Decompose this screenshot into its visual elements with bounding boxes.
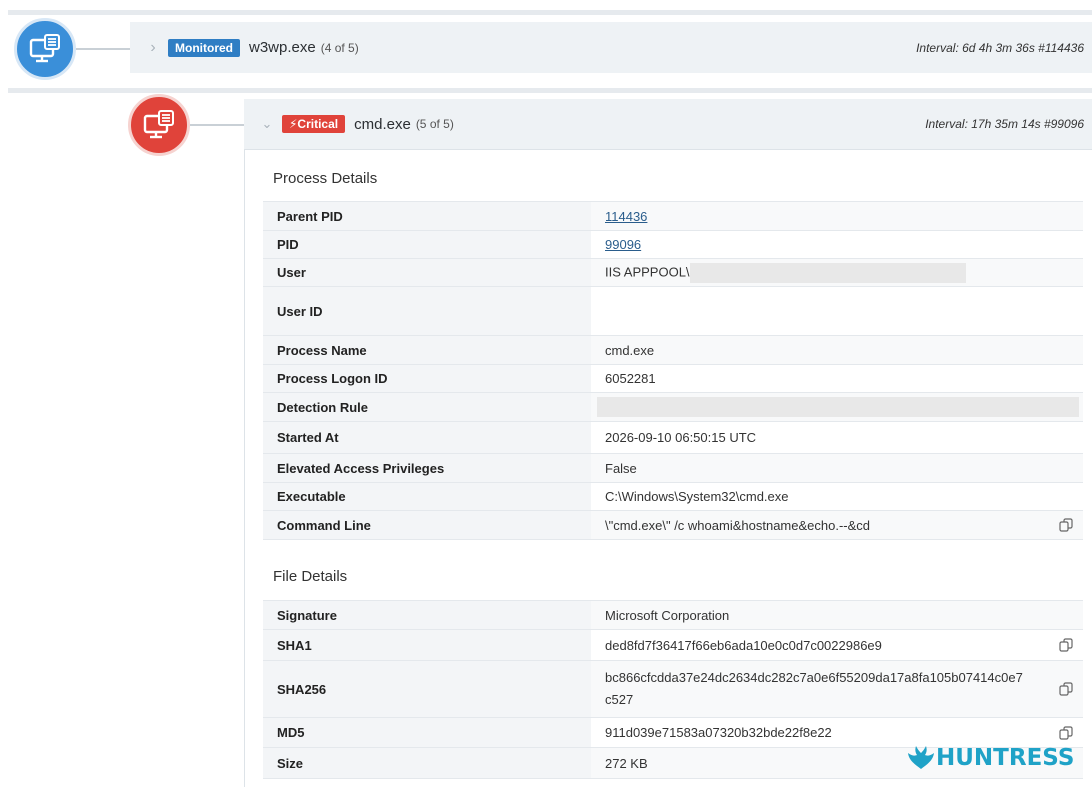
computer-process-icon [29, 34, 60, 63]
section-title-process-details: Process Details [273, 170, 378, 187]
copy-icon[interactable] [1059, 638, 1073, 652]
row-label: Detection Rule [263, 392, 591, 422]
row-label: Executable [263, 482, 591, 511]
timeline-connector [76, 48, 130, 50]
logo-text: HUNTRESS [936, 745, 1075, 771]
status-badge: Monitored [168, 38, 240, 57]
table-row: Command Line \"cmd.exe\" /c whoami&hostn… [263, 510, 1083, 540]
table-row: Started At 2026-09-10 06:50:15 UTC [263, 421, 1083, 454]
row-value [591, 286, 1083, 336]
row-label: Elevated Access Privileges [263, 453, 591, 483]
row-value: bc866cfcdda37e24dc2634dc282c7a0e6f55209d… [605, 670, 1023, 707]
table-row: SHA1 ded8fd7f36417f66eb6ada10e0c0d7c0022… [263, 629, 1083, 661]
process-interval: Interval: 6d 4h 3m 36s #114436 [916, 40, 1084, 55]
table-row: Parent PID 114436 [263, 201, 1083, 231]
row-label: Started At [263, 421, 591, 454]
copy-icon[interactable] [1059, 682, 1073, 696]
row-label: Parent PID [263, 201, 591, 231]
chevron-right-icon[interactable]: › [144, 39, 162, 57]
table-row: Process Name cmd.exe [263, 335, 1083, 365]
copy-icon[interactable] [1059, 725, 1073, 740]
table-row: Elevated Access Privileges False [263, 453, 1083, 483]
timeline-divider [8, 10, 1092, 15]
row-label: SHA1 [263, 629, 591, 661]
row-value: False [591, 453, 1083, 483]
process-count: (4 of 5) [320, 40, 359, 55]
table-row: User IIS APPPOOL\ [263, 258, 1083, 287]
timeline-connector [190, 124, 244, 126]
chevron-down-icon[interactable]: ⌄ [258, 116, 276, 132]
section-title-file-details: File Details [273, 568, 348, 585]
row-value: C:\Windows\System32\cmd.exe [591, 482, 1083, 511]
row-value: cmd.exe [591, 335, 1083, 365]
process-header-w3wp[interactable]: › Monitored w3wp.exe (4 of 5) Interval: … [130, 22, 1092, 73]
table-row: Detection Rule [263, 392, 1083, 422]
table-row: PID 99096 [263, 230, 1083, 259]
table-row: Signature Microsoft Corporation [263, 600, 1083, 630]
table-row: User ID [263, 286, 1083, 336]
row-value: \"cmd.exe\" /c whoami&hostname&echo.--&c… [605, 517, 871, 533]
process-node-critical [128, 94, 190, 156]
row-label: PID [263, 230, 591, 259]
row-label: Command Line [263, 510, 591, 540]
row-value: Microsoft Corporation [591, 600, 1083, 630]
process-header-cmd[interactable]: ⌄ ⚡Critical cmd.exe (5 of 5) Interval: 1… [244, 99, 1092, 150]
row-value: 6052281 [591, 364, 1083, 393]
huntress-logo: HUNTRESS [906, 745, 1074, 771]
computer-process-icon [143, 110, 174, 139]
process-details-table: Parent PID 114436 PID 99096 User IIS APP… [263, 201, 1083, 540]
process-interval: Interval: 17h 35m 14s #99096 [925, 117, 1084, 131]
process-name: cmd.exe [354, 115, 411, 133]
status-badge: ⚡Critical [282, 115, 346, 133]
redacted-block [597, 397, 1079, 417]
table-row: Process Logon ID 6052281 [263, 364, 1083, 393]
redacted-block [689, 262, 966, 283]
row-label: Size [263, 747, 591, 779]
row-label: MD5 [263, 717, 591, 748]
table-row: Executable C:\Windows\System32\cmd.exe [263, 482, 1083, 511]
process-count: (5 of 5) [415, 117, 454, 131]
row-label: User ID [263, 286, 591, 336]
row-value: 2026-09-10 06:50:15 UTC [591, 421, 1083, 454]
process-node-monitored [14, 18, 76, 80]
row-value: ded8fd7f36417f66eb6ada10e0c0d7c0022986e9 [605, 637, 882, 653]
row-label: User [263, 258, 591, 287]
row-value: 911d039e71583a07320b32bde22f8e22 [605, 725, 832, 740]
copy-icon[interactable] [1059, 518, 1073, 532]
huntress-logo-icon [908, 746, 934, 769]
row-value: IIS APPPOOL\ [605, 263, 690, 279]
timeline-divider [8, 88, 1092, 93]
process-name: w3wp.exe [249, 39, 316, 56]
parent-pid-link[interactable]: 114436 [605, 209, 647, 224]
table-row: SHA256 bc866cfcdda37e24dc2634dc282c7a0e6… [263, 660, 1083, 718]
pid-link[interactable]: 99096 [605, 237, 641, 252]
row-label: Process Name [263, 335, 591, 365]
process-details-panel: Process Details Parent PID 114436 PID 99… [244, 150, 1092, 787]
table-row: MD5 911d039e71583a07320b32bde22f8e22 [263, 717, 1083, 748]
row-label: Signature [263, 600, 591, 630]
row-label: SHA256 [263, 660, 591, 718]
row-label: Process Logon ID [263, 364, 591, 393]
